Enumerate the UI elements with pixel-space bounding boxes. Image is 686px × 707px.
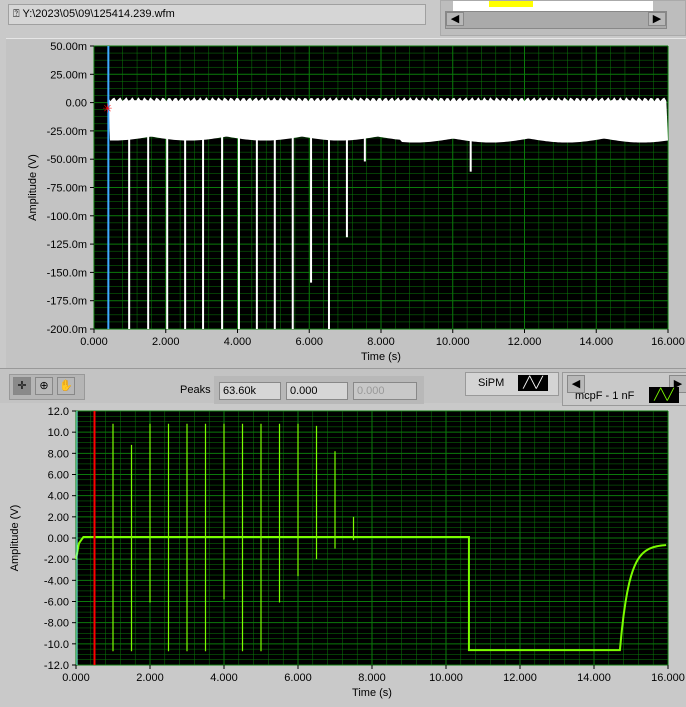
legend-mcpf-plot-icon[interactable]: ╱╲╱ xyxy=(649,387,679,403)
y-axis-label: Amplitude (V) xyxy=(9,505,21,572)
y-tick-label: -150.0m xyxy=(47,267,87,279)
legend-sipm-plot-icon[interactable]: ╱╲╱ xyxy=(518,375,548,391)
y-tick-label: -50.00m xyxy=(47,154,87,166)
graph-palette: ✛ ⊕ ✋ xyxy=(9,374,85,400)
x-tick-label: 10.000 xyxy=(436,336,470,348)
y-tick-label: -175.0m xyxy=(47,296,87,308)
x-tick-label: 2.000 xyxy=(136,672,164,684)
y-tick-label: -25.00m xyxy=(47,126,87,138)
peaks-label: Peaks xyxy=(180,384,211,396)
bottom-graph[interactable]: 0.000 2.000 4.000 6.000 8.000 10.000 12.000 14.… xyxy=(9,406,685,699)
y-tick-label: 25.00m xyxy=(50,69,87,81)
x-tick-label: 12.000 xyxy=(503,672,537,684)
y-tick-label: -100.0m xyxy=(47,211,87,223)
y-tick-label: -75.00m xyxy=(47,183,87,195)
y-tick-label: 2.00 xyxy=(48,512,69,524)
x-tick-label: 0.000 xyxy=(80,336,108,348)
y-axis-label: Amplitude (V) xyxy=(27,154,39,221)
y-tick-label: 8.00 xyxy=(48,448,69,460)
y-tick-label: -4.00 xyxy=(44,575,69,587)
peaks-value-field[interactable]: 63.60k xyxy=(219,382,281,400)
legend-mcpf-label: mcpF - 1 nF xyxy=(575,390,635,402)
y-tick-label: -8.00 xyxy=(44,618,69,630)
legend-sipm-label: SiPM xyxy=(478,377,505,389)
y-tick-label: 0.00 xyxy=(48,533,69,545)
y-tick-label: -200.0m xyxy=(47,324,87,336)
top-trace-noise-band xyxy=(108,97,669,143)
x-tick-label: 10.000 xyxy=(429,672,463,684)
x-tick-label: 14.000 xyxy=(577,672,611,684)
y-tick-label: 10.0 xyxy=(48,427,69,439)
legend-sipm[interactable]: SiPM ╱╲╱ xyxy=(465,372,559,396)
zoom-tool-icon[interactable]: ⊕ xyxy=(35,377,53,395)
x-tick-label: 0.000 xyxy=(62,672,90,684)
y-tick-label: -2.00 xyxy=(44,554,69,566)
x-tick-label: 14.000 xyxy=(579,336,613,348)
y-tick-label: -12.0 xyxy=(44,660,69,672)
y-tick-label: -125.0m xyxy=(47,239,87,251)
x-tick-label: 16.000 xyxy=(651,672,685,684)
cursor-tool-icon[interactable]: ✛ xyxy=(13,377,31,395)
x-axis-label: Time (s) xyxy=(352,687,392,699)
pan-hand-icon[interactable]: ✋ xyxy=(57,377,75,395)
x-tick-label: 6.000 xyxy=(284,672,312,684)
x-tick-label: 4.000 xyxy=(224,336,252,348)
value-field-3: 0.000 xyxy=(353,382,417,400)
cursor-marker-icon[interactable]: ✳ xyxy=(102,101,112,115)
y-tick-label: 50.00m xyxy=(50,41,87,53)
y-tick-label: -6.00 xyxy=(44,597,69,609)
x-tick-label: 8.000 xyxy=(358,672,386,684)
y-tick-label: 12.0 xyxy=(48,406,69,418)
y-tick-label: -10.0 xyxy=(44,639,69,651)
x-axis-label: Time (s) xyxy=(361,351,401,363)
y-tick-label: 0.00 xyxy=(66,98,87,110)
x-tick-label: 8.000 xyxy=(367,336,395,348)
x-tick-label: 4.000 xyxy=(210,672,238,684)
value-field-2[interactable]: 0.000 xyxy=(286,382,348,400)
graphs[interactable]: 0.000 2.000 4.000 6.000 8.000 10.000 12.000 14.… xyxy=(0,0,686,707)
x-tick-label: 2.000 xyxy=(152,336,180,348)
y-tick-label: 4.00 xyxy=(48,491,69,503)
x-tick-label: 12.000 xyxy=(508,336,542,348)
legend-scroll-area[interactable]: ◀ ▶ mcpF - 1 nF ╱╲╱ xyxy=(562,372,686,406)
x-tick-label: 16.000 xyxy=(651,336,685,348)
x-tick-label: 6.000 xyxy=(295,336,323,348)
y-tick-label: 6.00 xyxy=(48,470,69,482)
top-graph[interactable]: 0.000 2.000 4.000 6.000 8.000 10.000 12.000 14.… xyxy=(27,41,685,363)
